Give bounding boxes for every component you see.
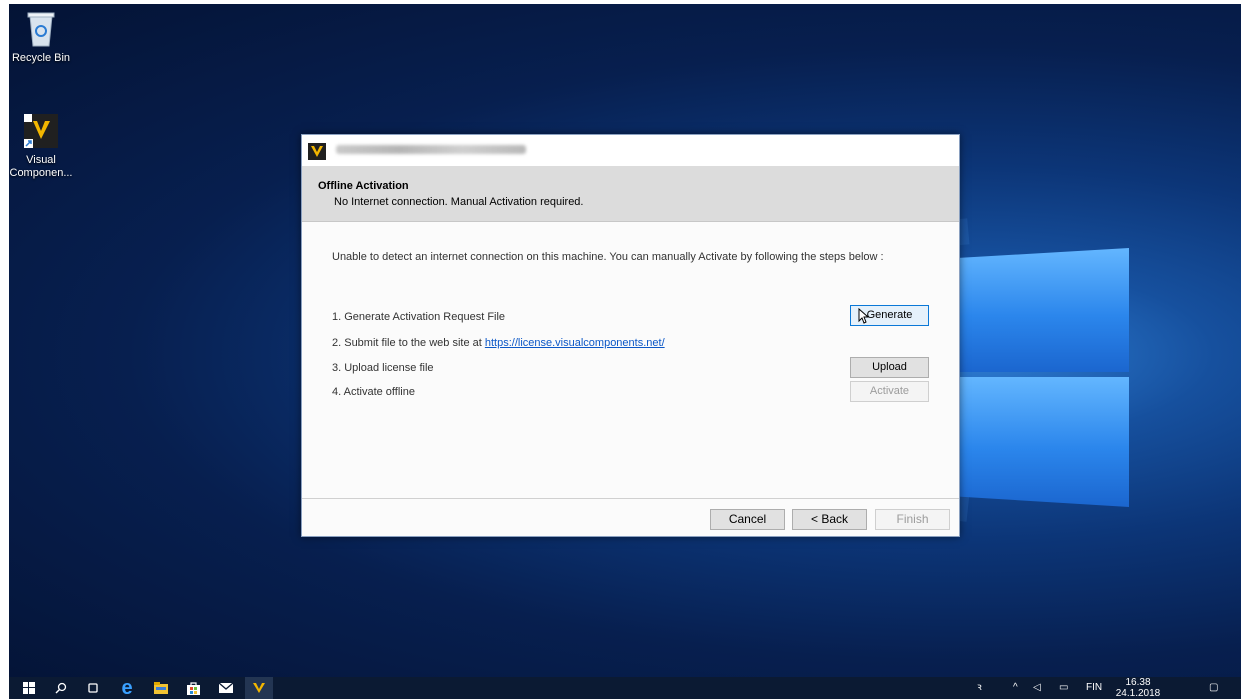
task-view-button[interactable]: [81, 677, 105, 699]
cancel-button[interactable]: Cancel: [710, 509, 785, 530]
clock-time: 16.38: [1125, 677, 1151, 688]
recycle-bin-icon: [24, 10, 58, 48]
step-activate-label: 4. Activate offline: [332, 386, 415, 398]
clock[interactable]: 16.38 24.1.2018: [1113, 677, 1163, 699]
recycle-bin-label: Recycle Bin: [11, 52, 71, 64]
step-submit-label: 2. Submit file to the web site at https:…: [332, 337, 665, 349]
visual-components-label: Visual Componen...: [9, 154, 73, 179]
people-icon: ꝛ: [977, 682, 982, 693]
screen: Recycle Bin Visual Componen... Offline A…: [0, 0, 1250, 699]
visual-components-taskbar-button[interactable]: [245, 677, 273, 699]
volume-button[interactable]: ◁: [1033, 677, 1053, 699]
dialog-titlebar[interactable]: [302, 135, 959, 166]
windows-start-icon: [23, 682, 35, 694]
task-view-icon: [88, 683, 98, 693]
visual-components-logo-icon: [308, 143, 326, 160]
logo-pane: [959, 248, 1129, 372]
action-center-button[interactable]: ▢: [1209, 677, 1229, 699]
step-submit-text: 2. Submit file to the web site at: [332, 337, 485, 349]
edge-browser-button[interactable]: e: [115, 677, 139, 699]
network-button[interactable]: ▭: [1059, 677, 1077, 699]
start-button[interactable]: [17, 677, 41, 699]
recycle-bin-shortcut[interactable]: Recycle Bin: [9, 10, 75, 65]
show-hidden-icons-button[interactable]: ^: [1013, 677, 1027, 699]
folder-icon: [154, 682, 168, 694]
license-website-link[interactable]: https://license.visualcomponents.net/: [485, 337, 665, 349]
header-title: Offline Activation: [318, 180, 409, 192]
mail-icon: [219, 683, 233, 693]
input-language-indicator[interactable]: FIN: [1086, 677, 1108, 699]
header-subtitle: No Internet connection. Manual Activatio…: [334, 196, 584, 208]
activation-dialog: Offline Activation No Internet connectio…: [301, 134, 960, 537]
dialog-header: Offline Activation No Internet connectio…: [302, 166, 959, 222]
visual-components-taskbar-icon: [253, 683, 265, 693]
chevron-up-icon: ^: [1013, 682, 1018, 693]
windows-logo-wallpaper: [959, 222, 1129, 512]
step-upload-label: 3. Upload license file: [332, 362, 434, 374]
clock-date: 24.1.2018: [1115, 688, 1161, 699]
step-generate-label: 1. Generate Activation Request File: [332, 311, 506, 323]
speaker-icon: ◁: [1033, 682, 1041, 693]
edge-icon: e: [121, 677, 133, 699]
activate-button[interactable]: Activate: [850, 381, 929, 402]
instructions-text: Unable to detect an internet connection …: [332, 251, 884, 263]
logo-pane: [959, 377, 1129, 507]
upload-button[interactable]: Upload: [850, 357, 929, 378]
mail-button[interactable]: [214, 677, 238, 699]
back-button[interactable]: < Back: [792, 509, 867, 530]
store-button[interactable]: [181, 677, 205, 699]
visual-components-icon: [24, 112, 58, 150]
footer-divider: [302, 498, 959, 499]
search-icon: [55, 682, 67, 694]
visual-components-shortcut[interactable]: Visual Componen...: [9, 112, 75, 180]
store-bag-icon: [186, 681, 200, 695]
network-error-icon: ▭: [1059, 682, 1069, 693]
people-button[interactable]: ꝛ: [977, 677, 993, 699]
blurred-window-title: [336, 145, 526, 154]
search-button[interactable]: [49, 677, 73, 699]
taskbar: e ꝛ ^ ◁ ▭ FIN 16.38 24.1.2018 ▢: [9, 677, 1241, 699]
file-explorer-button[interactable]: [149, 677, 173, 699]
finish-button[interactable]: Finish: [875, 509, 950, 530]
notification-icon: ▢: [1209, 682, 1219, 693]
mouse-cursor-icon: [858, 307, 870, 329]
